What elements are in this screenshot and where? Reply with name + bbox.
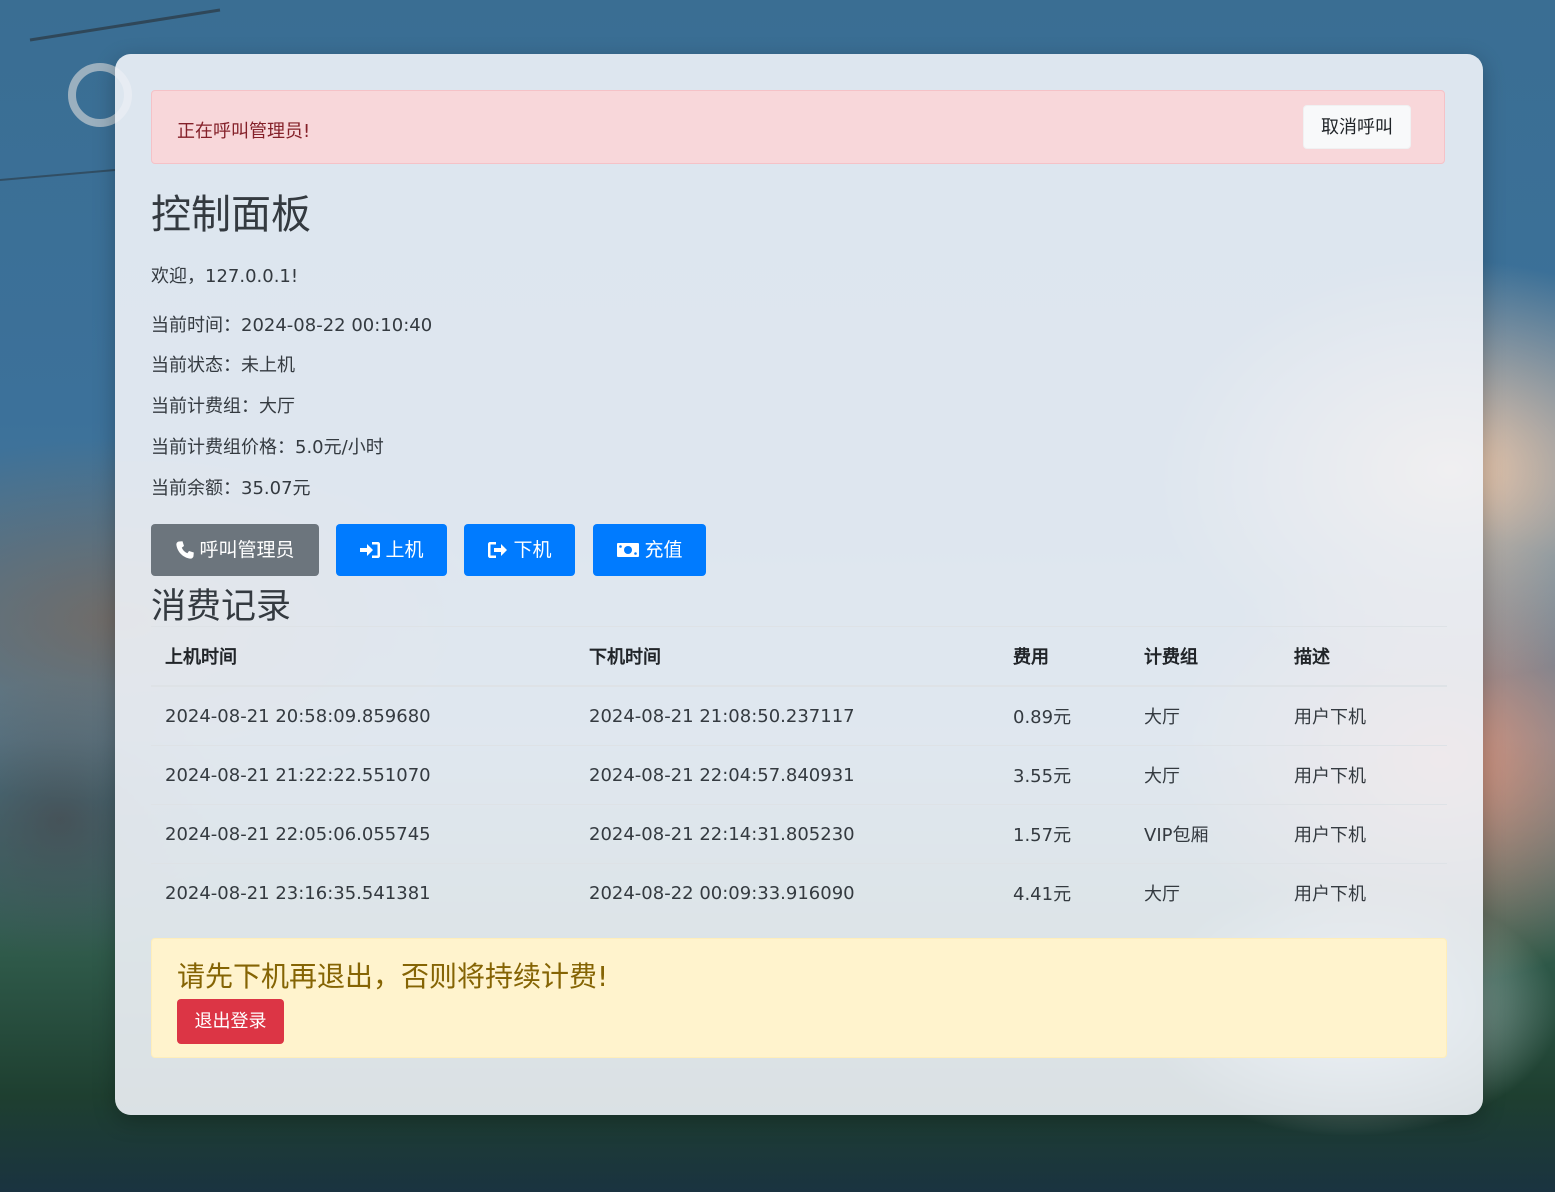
call-admin-label: 呼叫管理员	[199, 539, 295, 561]
table-row: 2024-08-21 23:16:35.541381 2024-08-22 00…	[151, 864, 1447, 923]
cell-description: 用户下机	[1280, 745, 1447, 805]
cell-end-time: 2024-08-21 22:14:31.805230	[575, 804, 999, 864]
cell-start-time: 2024-08-21 23:16:35.541381	[165, 882, 431, 904]
money-bill-icon	[616, 541, 640, 559]
phone-icon	[175, 540, 195, 560]
cell-cost: 1.57元	[999, 804, 1130, 864]
cancel-call-button[interactable]: 取消呼叫	[1303, 105, 1411, 149]
main-panel: 正在呼叫管理员! 取消呼叫 控制面板 欢迎，127.0.0.1! 当前时间：20…	[115, 54, 1483, 1115]
column-header-cost: 费用	[999, 626, 1130, 687]
records-table: 上机时间 下机时间 费用 计费组 描述 2024-08-21 20:58:09.…	[151, 626, 1447, 922]
table-row: 2024-08-21 22:05:06.055745 2024-08-21 22…	[151, 804, 1447, 864]
page-title: 控制面板	[151, 192, 311, 238]
table-row: 2024-08-21 20:58:09.859680 2024-08-21 21…	[151, 686, 1447, 746]
cell-billing-group: 大厅	[1144, 884, 1180, 905]
cell-description: 用户下机	[1294, 884, 1366, 905]
welcome-text: 欢迎，127.0.0.1!	[151, 266, 299, 287]
cell-start-time: 2024-08-21 22:05:06.055745	[151, 804, 575, 864]
column-header-start-time: 上机时间	[151, 626, 575, 687]
logout-machine-label: 下机	[513, 539, 552, 561]
logout-machine-button[interactable]: 下机	[464, 524, 575, 576]
logout-warning-alert: 请先下机再退出，否则将持续计费! 退出登录	[151, 938, 1447, 1058]
table-header-row: 上机时间 下机时间 费用 计费组 描述	[151, 626, 1447, 687]
cell-end-time: 2024-08-21 22:04:57.840931	[575, 745, 999, 805]
cell-start-time: 2024-08-21 20:58:09.859680	[151, 686, 575, 746]
current-time: 当前时间：2024-08-22 00:10:40	[151, 315, 433, 336]
logout-warning-message: 请先下机再退出，否则将持续计费!	[177, 960, 609, 993]
calling-alert: 正在呼叫管理员! 取消呼叫	[151, 90, 1445, 164]
cell-cost: 4.41元	[1013, 884, 1072, 905]
sign-in-icon	[359, 540, 381, 560]
cell-billing-group: 大厅	[1130, 686, 1280, 746]
cell-cost: 0.89元	[999, 686, 1130, 746]
logout-button[interactable]: 退出登录	[177, 999, 284, 1044]
cell-end-time: 2024-08-22 00:09:33.916090	[589, 882, 855, 904]
column-header-description: 描述	[1280, 626, 1447, 687]
current-status: 当前状态：未上机	[151, 355, 295, 376]
sign-out-icon	[487, 540, 509, 560]
login-machine-button[interactable]: 上机	[336, 524, 447, 576]
current-billing-price: 当前计费组价格：5.0元/小时	[151, 437, 384, 458]
cell-billing-group: VIP包厢	[1130, 804, 1280, 864]
cell-description: 用户下机	[1280, 804, 1447, 864]
cell-start-time: 2024-08-21 21:22:22.551070	[151, 745, 575, 805]
cell-end-time: 2024-08-21 21:08:50.237117	[575, 686, 999, 746]
table-row: 2024-08-21 21:22:22.551070 2024-08-21 22…	[151, 745, 1447, 805]
current-billing-group: 当前计费组：大厅	[151, 396, 295, 417]
call-admin-button[interactable]: 呼叫管理员	[151, 524, 319, 576]
current-balance: 当前余额：35.07元	[151, 478, 311, 499]
cell-billing-group: 大厅	[1130, 745, 1280, 805]
recharge-label: 充值	[644, 539, 683, 561]
cell-description: 用户下机	[1280, 686, 1447, 746]
login-machine-label: 上机	[385, 539, 424, 561]
records-title: 消费记录	[151, 587, 292, 627]
cell-cost: 3.55元	[999, 745, 1130, 805]
recharge-button[interactable]: 充值	[593, 524, 706, 576]
calling-alert-message: 正在呼叫管理员!	[177, 121, 311, 142]
column-header-billing-group: 计费组	[1130, 626, 1280, 687]
column-header-end-time: 下机时间	[575, 626, 999, 687]
